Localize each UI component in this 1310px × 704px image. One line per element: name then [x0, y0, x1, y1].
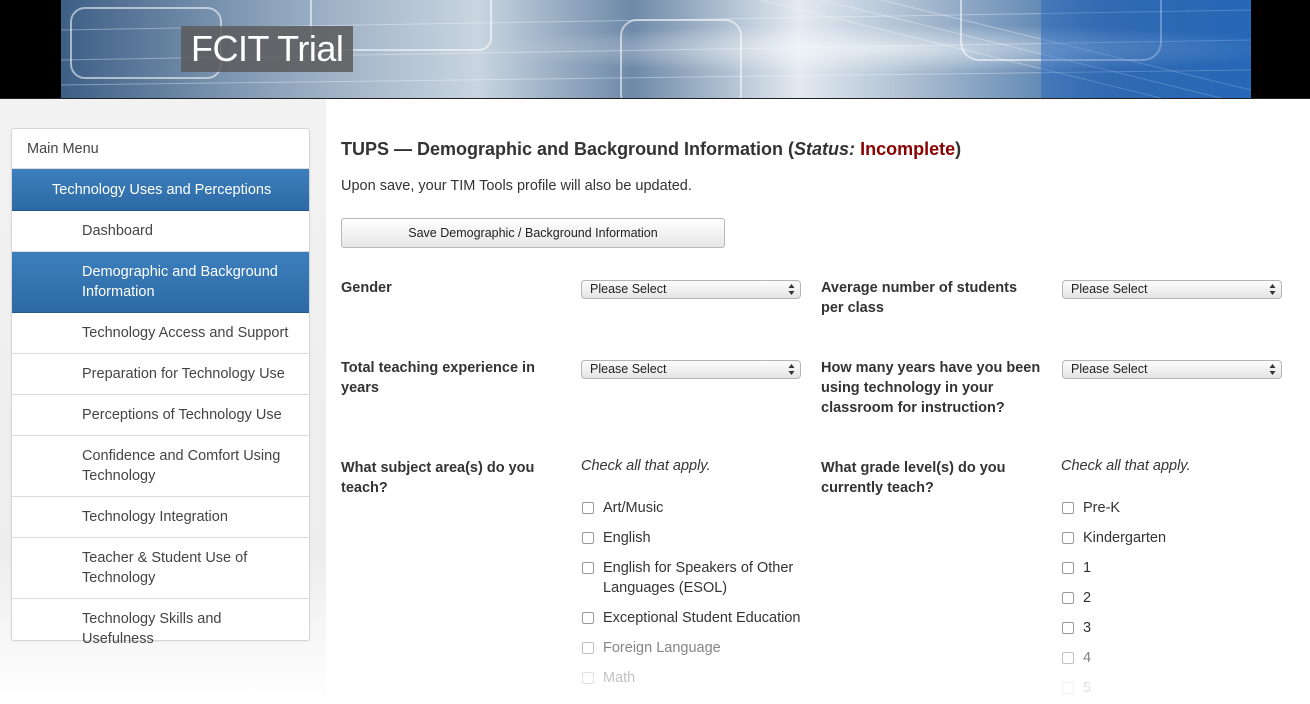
sidebar-item-teacher-student-use[interactable]: Teacher & Student Use of Technology	[12, 538, 309, 599]
main-content: TUPS — Demographic and Background Inform…	[341, 99, 1291, 704]
subject-option-esol: English for Speakers of Other Languages …	[582, 558, 797, 598]
sidebar-item-confidence[interactable]: Confidence and Comfort Using Technology	[12, 436, 309, 497]
grade-option-label: 1	[1083, 560, 1092, 576]
menu-main-header[interactable]: Main Menu	[12, 129, 309, 169]
page-title-text: TUPS — Demographic and Background Inform…	[341, 139, 795, 159]
gender-label: Gender	[341, 280, 392, 296]
sidebar-item-access-support[interactable]: Technology Access and Support	[12, 313, 309, 354]
subject-option-label: Exceptional Student Education	[603, 610, 801, 626]
subject-option-label: English	[603, 530, 651, 546]
status-badge: Incomplete	[860, 139, 956, 159]
years-tech-select-value: Please Select	[1071, 362, 1148, 376]
avg-students-select-value: Please Select	[1071, 282, 1148, 296]
grade-checkbox[interactable]	[1062, 532, 1074, 544]
grade-option-label: 4	[1083, 650, 1092, 666]
grade-checkbox[interactable]	[1062, 652, 1074, 664]
subject-checkbox[interactable]	[582, 532, 594, 544]
subject-checkbox[interactable]	[582, 672, 594, 684]
select-arrows-icon	[1269, 364, 1276, 375]
select-arrows-icon	[788, 284, 795, 295]
subject-checkbox[interactable]	[582, 612, 594, 624]
sidebar-item-preparation[interactable]: Preparation for Technology Use	[12, 354, 309, 395]
page-title: TUPS — Demographic and Background Inform…	[341, 137, 961, 161]
sidebar-item-integration[interactable]: Technology Integration	[12, 497, 309, 538]
site-title: FCIT Trial	[181, 26, 354, 72]
sidebar: Main Menu Technology Uses and Perception…	[0, 99, 326, 704]
menu-section-technology-uses[interactable]: Technology Uses and Perceptions	[12, 169, 309, 211]
avg-students-select[interactable]: Please Select	[1062, 280, 1282, 299]
teaching-experience-select[interactable]: Please Select	[581, 360, 801, 379]
grade-option-label: 3	[1083, 620, 1092, 636]
subject-checkbox[interactable]	[582, 642, 594, 654]
teaching-experience-label: Total teaching experience in years	[341, 360, 535, 396]
years-tech-label: How many years have you been using techn…	[821, 360, 1041, 416]
save-note: Upon save, your TIM Tools profile will a…	[341, 178, 692, 194]
grade-checkbox[interactable]	[1062, 682, 1074, 694]
subject-checkbox[interactable]	[582, 502, 594, 514]
grade-option-label: Kindergarten	[1083, 530, 1167, 546]
main-menu: Main Menu Technology Uses and Perception…	[11, 128, 310, 647]
header-banner-image: FCIT Trial	[61, 0, 1251, 98]
grade-checkbox[interactable]	[1062, 592, 1074, 604]
grade-option-label: 5	[1083, 680, 1092, 696]
sidebar-item-dashboard[interactable]: Dashboard	[12, 211, 309, 252]
gender-select[interactable]: Please Select	[581, 280, 801, 299]
subject-option-label: English for Speakers of Other Languages …	[603, 560, 794, 596]
save-button[interactable]: Save Demographic / Background Informatio…	[341, 218, 725, 248]
select-arrows-icon	[1269, 284, 1276, 295]
grade-option-label: Pre-K	[1083, 500, 1121, 516]
grade-hint: Check all that apply.	[1061, 458, 1191, 474]
status-label: Status:	[794, 139, 856, 159]
grade-levels-label: What grade level(s) do you currently tea…	[821, 460, 1006, 496]
subject-areas-label: What subject area(s) do you teach?	[341, 460, 535, 496]
sidebar-item-demographic[interactable]: Demographic and Background Information	[12, 252, 309, 313]
page-title-close: )	[955, 139, 962, 159]
select-arrows-icon	[788, 364, 795, 375]
subject-option-label: Art/Music	[603, 500, 664, 516]
subject-option-label: Math	[603, 670, 636, 686]
subject-option-label: Foreign Language	[603, 640, 721, 656]
subject-hint: Check all that apply.	[581, 458, 711, 474]
site-header: FCIT Trial	[0, 0, 1310, 99]
sidebar-item-skills[interactable]: Technology Skills and Usefulness	[12, 599, 309, 647]
grade-checkbox[interactable]	[1062, 622, 1074, 634]
gender-select-value: Please Select	[590, 282, 667, 296]
subject-checkbox[interactable]	[582, 562, 594, 574]
grade-checkbox[interactable]	[1062, 562, 1074, 574]
sidebar-item-perceptions[interactable]: Perceptions of Technology Use	[12, 395, 309, 436]
grade-checkbox[interactable]	[1062, 502, 1074, 514]
teaching-experience-select-value: Please Select	[590, 362, 667, 376]
years-tech-select[interactable]: Please Select	[1062, 360, 1282, 379]
grade-option-label: 2	[1083, 590, 1092, 606]
avg-students-label: Average number of students per class	[821, 280, 1018, 316]
